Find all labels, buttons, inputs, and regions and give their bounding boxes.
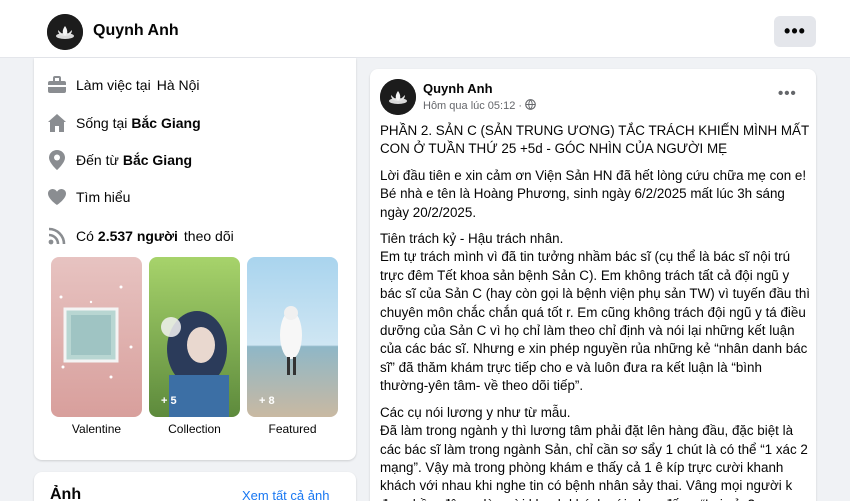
lotus-icon — [380, 79, 416, 115]
intro-from: Đến từ Bắc Giang — [46, 148, 192, 172]
post-timestamp[interactable]: Hôm qua lúc 05:12 — [423, 100, 515, 112]
post-author-avatar[interactable] — [380, 79, 416, 115]
post-paragraph: Tiên trách kỷ - Hậu trách nhân. Em tự tr… — [380, 231, 810, 394]
intro-followers: Có 2.537 người theo dõi — [46, 224, 234, 248]
profile-header: Quynh Anh ••• — [0, 0, 850, 58]
post-options-button[interactable]: ••• — [778, 85, 797, 102]
featured-thumbnail — [247, 257, 338, 417]
home-icon — [46, 112, 68, 134]
featured-item-featured[interactable]: + 8 — [247, 257, 338, 417]
featured-item-valentine[interactable] — [51, 257, 142, 417]
intro-dating-label: Tìm hiểu — [76, 189, 131, 205]
lotus-icon — [47, 14, 83, 50]
intro-followers-count[interactable]: 2.537 người — [98, 228, 178, 244]
photos-title: Ảnh — [50, 486, 82, 501]
heart-icon — [46, 186, 68, 208]
intro-live-prefix: Sống tại — [76, 115, 128, 131]
post-author-name[interactable]: Quynh Anh — [423, 81, 493, 96]
photos-card: Ảnh Xem tất cả ảnh — [34, 472, 356, 501]
rss-icon — [46, 225, 68, 247]
location-pin-icon — [46, 149, 68, 171]
post-paragraph-title: PHẦN 2. SẢN C (SẢN TRUNG ƯƠNG) TẮC TRÁCH… — [380, 123, 809, 157]
featured-label-valentine[interactable]: Valentine — [51, 422, 142, 436]
featured-count: + 8 — [259, 395, 275, 407]
featured-item-collection[interactable]: + 5 — [149, 257, 240, 417]
intro-followers-prefix: Có — [76, 228, 94, 244]
intro-dating: Tìm hiểu — [46, 185, 130, 209]
intro-from-place[interactable]: Bắc Giang — [123, 152, 192, 168]
intro-live-place[interactable]: Bắc Giang — [131, 115, 200, 131]
featured-count: + 5 — [161, 395, 177, 407]
post-text: PHẦN 2. SẢN C (SẢN TRUNG ƯƠNG) TẮC TRÁCH… — [380, 122, 810, 501]
intro-card: Làm việc tại Hà Nội Sống tại Bắc Giang Đ… — [34, 58, 356, 460]
featured-label-featured[interactable]: Featured — [247, 422, 338, 436]
post-paragraph: Các cụ nói lương y như từ mẫu. Đã làm tr… — [380, 404, 808, 501]
intro-followers-suffix: theo dõi — [183, 228, 234, 244]
profile-name[interactable]: Quynh Anh — [93, 22, 179, 40]
intro-from-prefix: Đến từ — [76, 152, 119, 168]
valentine-thumbnail — [51, 257, 142, 417]
post-card: Quynh Anh Hôm qua lúc 05:12 · ••• PHẦN 2… — [370, 69, 816, 501]
profile-avatar[interactable] — [47, 14, 83, 50]
intro-work-prefix: Làm việc tại — [76, 77, 151, 93]
featured-label-collection[interactable]: Collection — [149, 422, 240, 436]
intro-work: Làm việc tại Hà Nội — [46, 73, 200, 97]
collection-thumbnail — [149, 257, 240, 417]
intro-live: Sống tại Bắc Giang — [46, 111, 201, 135]
post-meta: Hôm qua lúc 05:12 · — [423, 99, 536, 113]
globe-icon — [525, 99, 536, 113]
briefcase-icon — [46, 74, 68, 96]
more-options-button[interactable]: ••• — [774, 16, 816, 47]
intro-work-place[interactable]: Hà Nội — [157, 77, 200, 93]
post-paragraph: Lời đầu tiên e xin cảm ơn Viện Sản HN đã… — [380, 167, 807, 220]
see-all-photos-link[interactable]: Xem tất cả ảnh — [242, 488, 329, 501]
